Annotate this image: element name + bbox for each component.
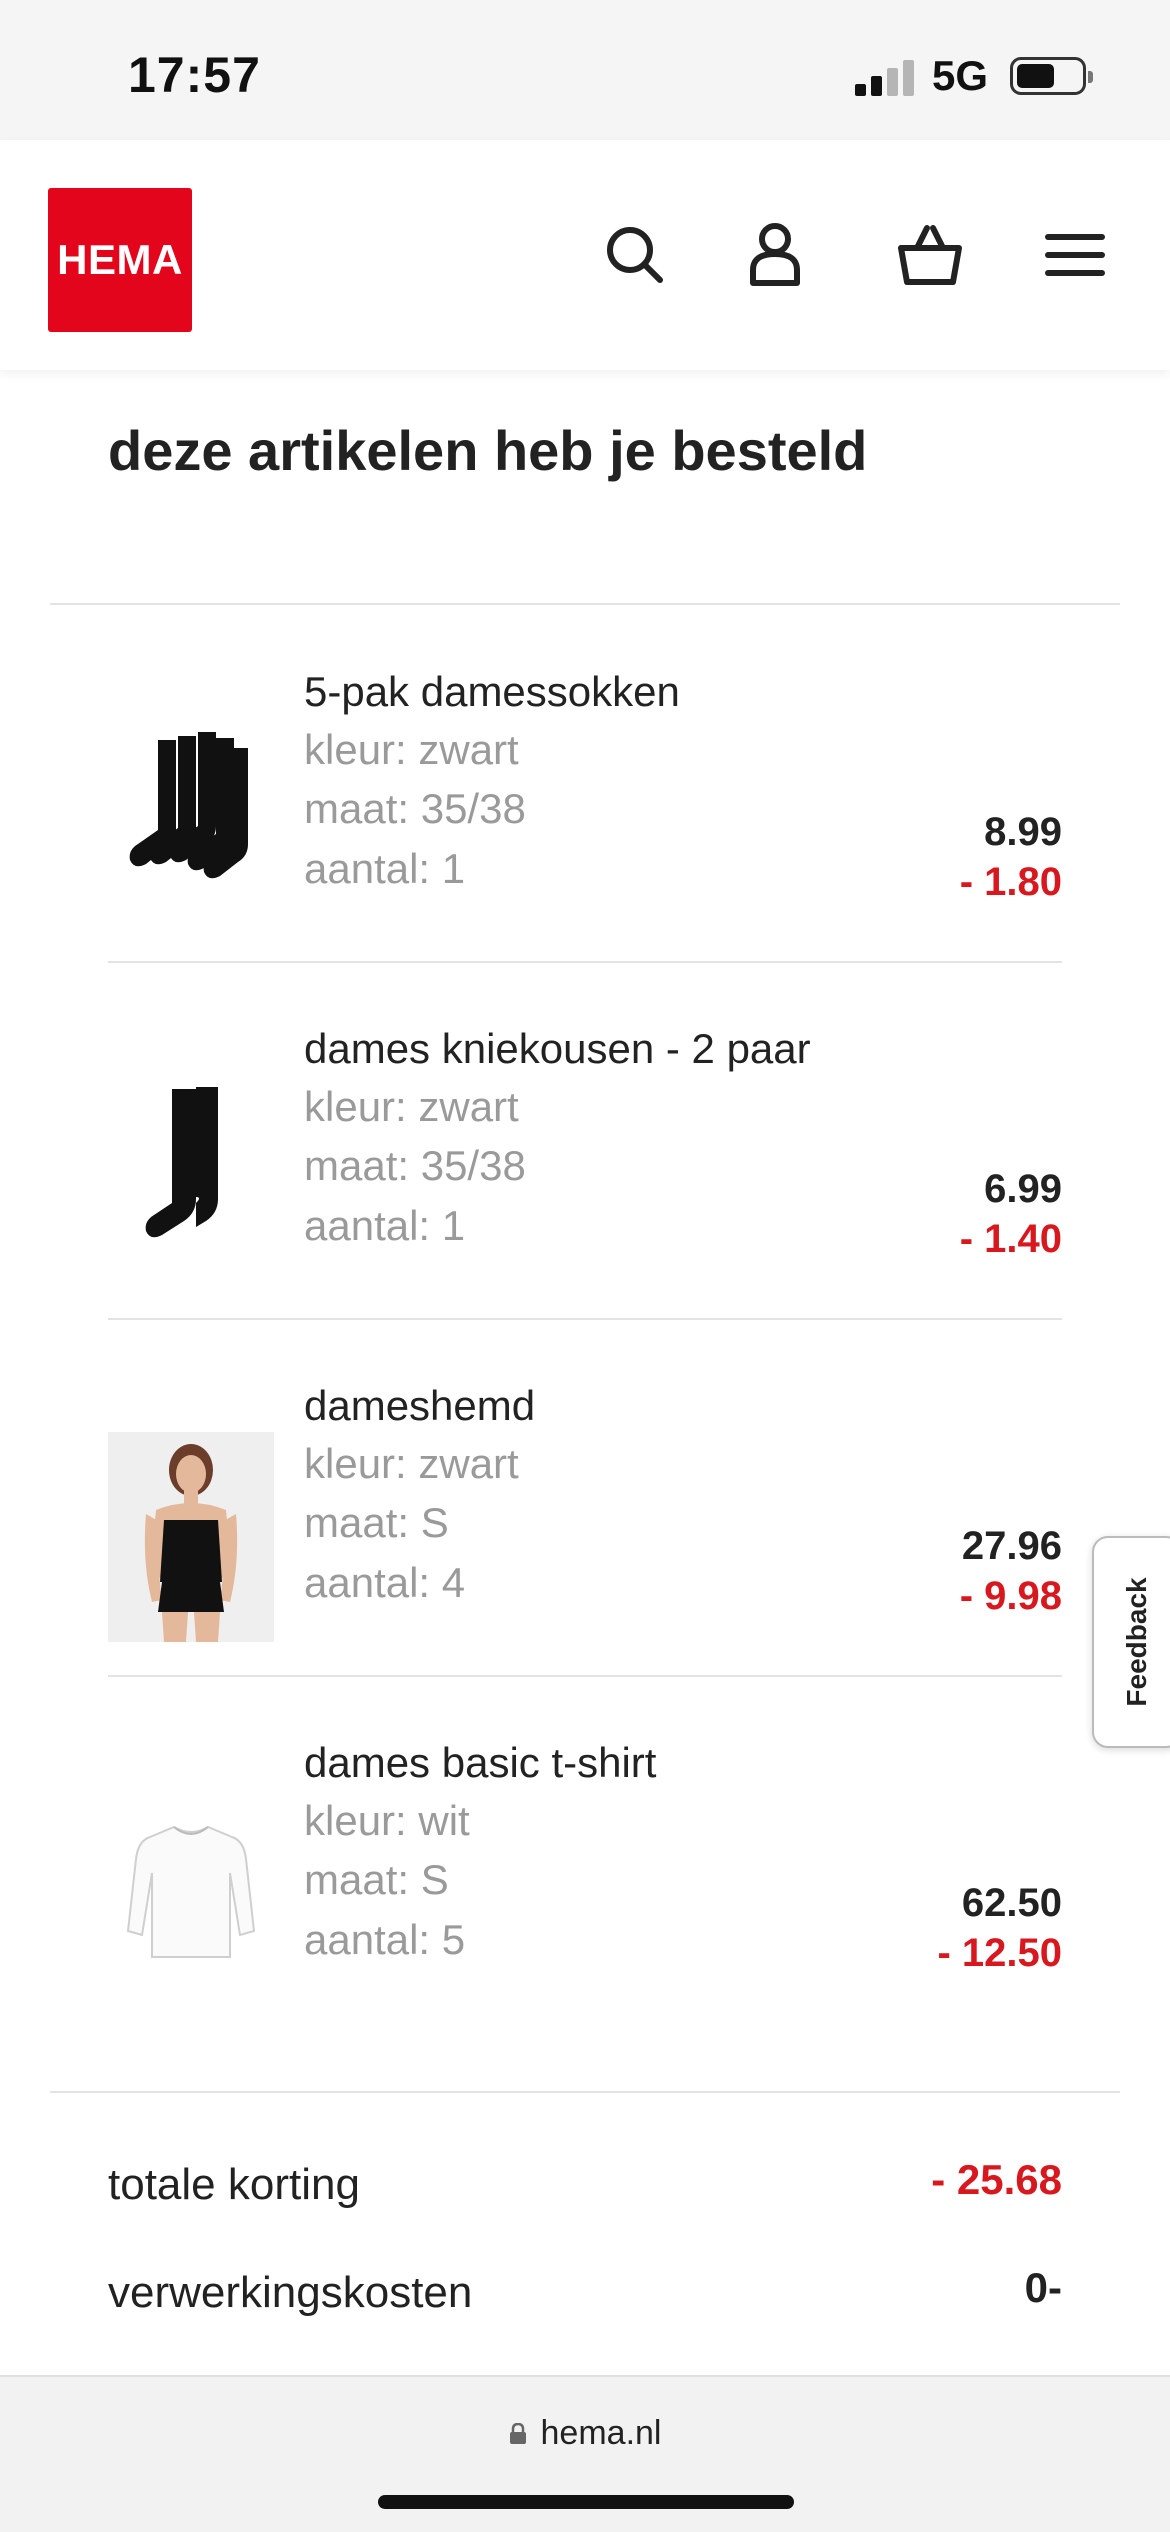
item-size: maat: S	[304, 1499, 449, 1546]
item-size: maat: S	[304, 1856, 449, 1903]
item-color: kleur: zwart	[304, 1440, 519, 1487]
account-icon[interactable]	[740, 220, 810, 290]
divider	[50, 603, 1120, 605]
item-color: kleur: wit	[304, 1797, 470, 1844]
total-discount-value: - 25.68	[931, 2156, 1062, 2203]
url-text: hema.nl	[540, 2414, 662, 2452]
basket-icon[interactable]	[895, 220, 965, 290]
processing-fee-value: 0-	[1024, 2264, 1062, 2311]
search-icon[interactable]	[600, 220, 670, 290]
network-label: 5G	[932, 52, 989, 99]
home-indicator[interactable]	[378, 2495, 794, 2509]
item-divider	[108, 961, 1062, 963]
tshirt-image	[108, 1789, 274, 1999]
menu-icon[interactable]	[1040, 220, 1110, 290]
item-price: 6.99	[984, 1167, 1062, 1211]
feedback-label: Feedback	[1121, 1577, 1152, 1707]
item-size: maat: 35/38	[304, 785, 526, 832]
processing-fee-label: verwerkingskosten	[108, 2268, 473, 2317]
item-discount: - 9.98	[959, 1574, 1062, 1618]
item-name: 5-pak damessokken	[304, 668, 680, 715]
item-divider	[108, 1675, 1062, 1677]
item-quantity: aantal: 4	[304, 1559, 466, 1606]
feedback-tab[interactable]: Feedback	[1092, 1536, 1170, 1748]
order-item: 5-pak damessokken kleur: zwart maat: 35/…	[108, 668, 1062, 948]
item-color: kleur: zwart	[304, 1083, 519, 1130]
item-discount: - 1.80	[959, 860, 1062, 904]
lock-icon	[509, 2423, 526, 2444]
item-name: dameshemd	[304, 1382, 536, 1429]
order-item: dames kniekousen - 2 paar kleur: zwart m…	[108, 1025, 1062, 1305]
url-display[interactable]: hema.nl	[0, 2414, 1170, 2453]
camisole-image	[108, 1432, 274, 1642]
total-discount-label: totale korting	[108, 2160, 360, 2209]
order-item: dameshemd kleur: zwart maat: S aantal: 4…	[108, 1382, 1062, 1662]
item-quantity: aantal: 5	[304, 1916, 466, 1963]
item-discount: - 1.40	[959, 1217, 1062, 1261]
item-divider	[108, 1318, 1062, 1320]
browser-address-bar[interactable]: hema.nl	[0, 2375, 1170, 2532]
item-price: 27.96	[961, 1524, 1062, 1568]
page-title: deze artikelen heb je besteld	[108, 419, 868, 482]
status-bar: 17:57 5G	[0, 0, 1170, 140]
item-price: 62.50	[961, 1881, 1062, 1925]
item-quantity: aantal: 1	[304, 1202, 466, 1249]
order-item: dames basic t-shirt kleur: wit maat: S a…	[108, 1739, 1062, 2019]
item-quantity: aantal: 1	[304, 845, 466, 892]
site-header: HEMA	[0, 140, 1170, 370]
item-name: dames kniekousen - 2 paar	[304, 1025, 811, 1072]
item-name: dames basic t-shirt	[304, 1739, 657, 1786]
item-color: kleur: zwart	[304, 726, 519, 773]
hema-logo[interactable]: HEMA	[48, 188, 192, 332]
item-price: 8.99	[984, 810, 1062, 854]
socks-image	[108, 718, 274, 928]
signal-icon	[855, 58, 915, 96]
battery-icon	[1010, 57, 1093, 95]
knee-socks-image	[108, 1075, 274, 1285]
item-size: maat: 35/38	[304, 1142, 526, 1189]
item-discount: - 12.50	[937, 1931, 1062, 1975]
divider	[50, 2091, 1120, 2093]
status-time: 17:57	[128, 47, 261, 103]
